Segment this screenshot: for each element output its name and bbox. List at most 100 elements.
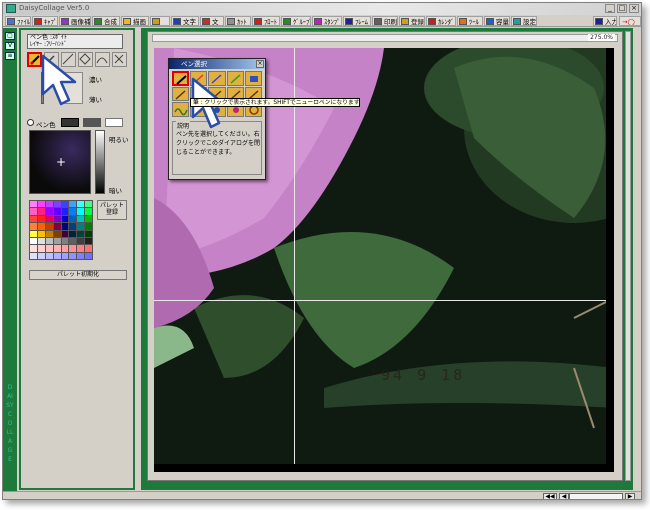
palette-swatch[interactable]: [69, 237, 77, 245]
close-button[interactable]: ×: [629, 4, 639, 13]
menu-capture[interactable]: ｷｬﾌﾟ: [32, 16, 58, 26]
palette-swatch[interactable]: [37, 215, 45, 223]
palette-swatch[interactable]: [45, 252, 53, 259]
palette-swatch[interactable]: [53, 230, 61, 237]
palette-swatch[interactable]: [77, 223, 85, 230]
palette-swatch[interactable]: [77, 215, 85, 223]
color-picker-area[interactable]: +: [29, 130, 91, 194]
palette-swatch[interactable]: [61, 223, 69, 230]
palette-swatch[interactable]: [53, 252, 61, 259]
menu-merge[interactable]: 合成: [92, 16, 120, 26]
current-color-swatch[interactable]: [61, 118, 79, 127]
menu-frame[interactable]: ﾌﾚｰﾑ: [343, 16, 371, 26]
palette-swatch[interactable]: [77, 252, 85, 259]
palette-swatch[interactable]: [61, 230, 69, 237]
nav-next-button[interactable]: ▶: [625, 493, 635, 499]
menu-input[interactable]: 入力: [593, 16, 617, 26]
menu-text2[interactable]: 文: [200, 16, 224, 26]
background-color-swatch[interactable]: [105, 118, 123, 127]
palette-swatch[interactable]: [85, 223, 92, 230]
menu-stamp[interactable]: ｽﾀﾝﾌﾟ: [312, 16, 342, 26]
palette-swatch[interactable]: [69, 252, 77, 259]
palette-swatch[interactable]: [85, 215, 92, 223]
dialog-close-button[interactable]: ×: [256, 60, 264, 68]
strip-button-2[interactable]: V: [5, 42, 15, 50]
menu-group[interactable]: ｸﾞﾙｰﾌﾟ: [281, 16, 311, 26]
palette-swatch[interactable]: [61, 252, 69, 259]
palette-swatch[interactable]: [53, 237, 61, 245]
palette-swatch[interactable]: [77, 208, 85, 215]
palette-swatch[interactable]: [53, 201, 61, 208]
palette-swatch[interactable]: [37, 208, 45, 215]
palette-swatch[interactable]: [69, 208, 77, 215]
palette-swatch[interactable]: [85, 201, 92, 208]
palette-swatch[interactable]: [69, 223, 77, 230]
palette-swatch[interactable]: [77, 201, 85, 208]
menu-tool[interactable]: ﾂｰﾙ: [457, 16, 483, 26]
nav-first-button[interactable]: ◀◀: [543, 493, 557, 499]
minimize-button[interactable]: _: [605, 4, 615, 13]
pen-option-11[interactable]: [172, 102, 190, 117]
palette-swatch[interactable]: [53, 208, 61, 215]
palette-swatch[interactable]: [69, 201, 77, 208]
palette-swatch[interactable]: [85, 245, 92, 252]
palette-swatch[interactable]: [61, 215, 69, 223]
menu-calendar[interactable]: ｶﾚﾝﾀﾞ: [426, 16, 456, 26]
curve-tool-button[interactable]: [95, 52, 110, 67]
menu-draw[interactable]: 描画: [121, 16, 149, 26]
palette-swatch[interactable]: [85, 237, 92, 245]
menu-float[interactable]: ﾌﾛｰﾄ: [252, 16, 280, 26]
palette-swatch[interactable]: [53, 215, 61, 223]
palette-swatch[interactable]: [77, 237, 85, 245]
pen-tool-button[interactable]: [27, 52, 42, 67]
palette-swatch[interactable]: [53, 245, 61, 252]
vertical-scrollbar[interactable]: [625, 31, 631, 481]
palette-swatch[interactable]: [30, 230, 37, 237]
palette-swatch[interactable]: [77, 230, 85, 237]
palette-swatch[interactable]: [45, 237, 53, 245]
menu-file[interactable]: ﾌｧｲﾙ: [5, 16, 31, 26]
palette-init-button[interactable]: パレット初期化: [29, 270, 127, 280]
palette-swatch[interactable]: [30, 252, 37, 259]
palette-swatch[interactable]: [69, 245, 77, 252]
palette-swatch[interactable]: [30, 245, 37, 252]
palette-swatch[interactable]: [37, 245, 45, 252]
palette-swatch[interactable]: [30, 223, 37, 230]
palette-swatch[interactable]: [37, 201, 45, 208]
palette-swatch[interactable]: [69, 215, 77, 223]
palette-swatch[interactable]: [61, 245, 69, 252]
palette-swatch[interactable]: [45, 201, 53, 208]
palette-swatch[interactable]: [45, 230, 53, 237]
brightness-bar[interactable]: [95, 130, 105, 194]
palette-swatch[interactable]: [45, 223, 53, 230]
palette-register-button[interactable]: パレット 登録: [97, 200, 127, 220]
palette-swatch[interactable]: [85, 230, 92, 237]
menu-register[interactable]: 登録: [399, 16, 425, 26]
palette-swatch[interactable]: [37, 230, 45, 237]
secondary-color-swatch[interactable]: [83, 118, 101, 127]
palette-swatch[interactable]: [85, 208, 92, 215]
maximize-button[interactable]: □: [617, 4, 627, 13]
eraser-tool-button[interactable]: [112, 52, 127, 67]
palette-swatch[interactable]: [53, 223, 61, 230]
palette-swatch[interactable]: [45, 208, 53, 215]
page-scrollbar[interactable]: [569, 493, 623, 499]
palette-swatch[interactable]: [61, 208, 69, 215]
palette-swatch[interactable]: [45, 245, 53, 252]
nav-prev-button[interactable]: ◀: [559, 493, 569, 499]
exit-arrow-button[interactable]: →◯: [619, 16, 641, 26]
palette-swatch[interactable]: [30, 201, 37, 208]
palette-swatch[interactable]: [69, 230, 77, 237]
palette-swatch[interactable]: [30, 215, 37, 223]
pen-option-1[interactable]: [172, 71, 190, 86]
pen-option-5[interactable]: [244, 71, 262, 86]
palette-swatch[interactable]: [30, 208, 37, 215]
palette-swatch[interactable]: [45, 215, 53, 223]
palette-swatch[interactable]: [37, 252, 45, 259]
palette-swatch[interactable]: [37, 237, 45, 245]
menu-layer[interactable]: [150, 16, 170, 26]
menu-capacity[interactable]: 容量: [484, 16, 510, 26]
menu-adjust[interactable]: 画像補正: [59, 16, 91, 26]
palette-swatch[interactable]: [37, 223, 45, 230]
menu-text[interactable]: 文字: [171, 16, 199, 26]
